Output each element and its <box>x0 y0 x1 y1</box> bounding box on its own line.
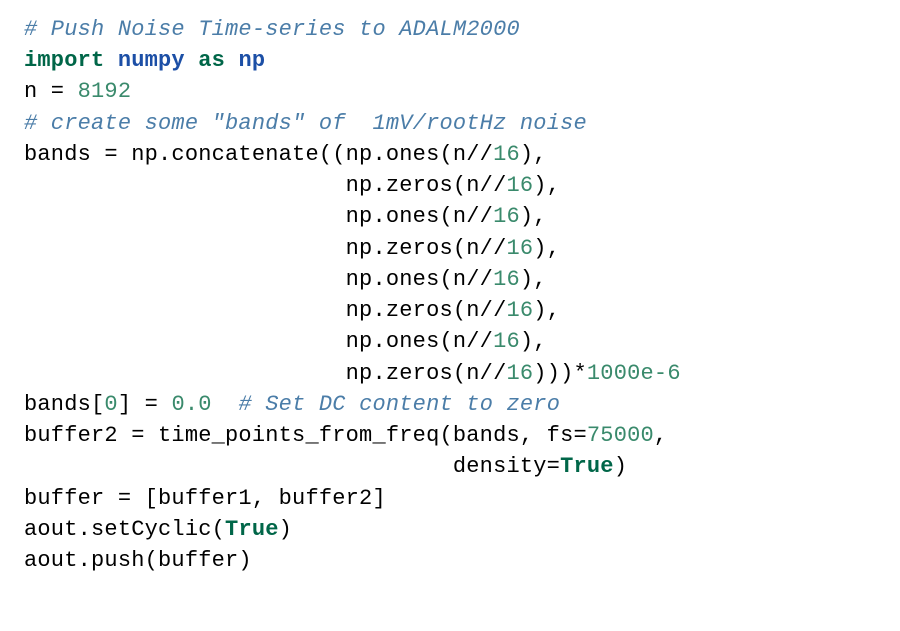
code-text: n = <box>24 79 78 104</box>
number: 16 <box>493 267 520 292</box>
code-text: np.zeros(n// <box>24 173 506 198</box>
code-text: ), <box>520 142 547 167</box>
number: 16 <box>506 236 533 261</box>
code-text: np.zeros(n// <box>24 298 506 323</box>
number: 75000 <box>587 423 654 448</box>
code-text: ) <box>614 454 627 479</box>
code-text: ), <box>520 267 547 292</box>
bool-true: True <box>225 517 279 542</box>
code-text: ] = <box>118 392 172 417</box>
code-text: np.ones(n// <box>24 329 493 354</box>
code-text: np.ones(n// <box>24 204 493 229</box>
code-block: # Push Noise Time-series to ADALM2000 im… <box>24 14 876 576</box>
code-text: ), <box>520 204 547 229</box>
code-text: , <box>654 423 667 448</box>
kw-numpy: numpy <box>118 48 185 73</box>
code-text: aout.setCyclic( <box>24 517 225 542</box>
number: 16 <box>493 204 520 229</box>
kw-as: as <box>198 48 225 73</box>
code-text: ) <box>279 517 292 542</box>
kw-import: import <box>24 48 104 73</box>
number: 16 <box>493 329 520 354</box>
comment-dc: # Set DC content to zero <box>238 392 560 417</box>
code-text: buffer = [buffer1, buffer2] <box>24 486 386 511</box>
number: 0 <box>104 392 117 417</box>
code-text: ), <box>533 298 560 323</box>
bool-true: True <box>560 454 614 479</box>
number: 16 <box>506 298 533 323</box>
code-text: buffer2 = time_points_from_freq(bands, f… <box>24 423 587 448</box>
number: 16 <box>493 142 520 167</box>
code-text: )))* <box>533 361 587 386</box>
kw-np: np <box>238 48 265 73</box>
code-text: np.ones(n// <box>24 267 493 292</box>
code-text: bands[ <box>24 392 104 417</box>
code-text: np.zeros(n// <box>24 236 506 261</box>
number: 16 <box>506 173 533 198</box>
code-text: bands = np.concatenate((np.ones(n// <box>24 142 493 167</box>
comment-title: # Push Noise Time-series to ADALM2000 <box>24 17 520 42</box>
comment-bands: # create some "bands" of 1mV/rootHz nois… <box>24 111 587 136</box>
code-text: ), <box>533 236 560 261</box>
code-text: ), <box>533 173 560 198</box>
number: 8192 <box>78 79 132 104</box>
code-text: density= <box>24 454 560 479</box>
code-text: ), <box>520 329 547 354</box>
number: 0.0 <box>171 392 238 417</box>
number: 16 <box>506 361 533 386</box>
code-text: aout.push(buffer) <box>24 548 252 573</box>
code-text: np.zeros(n// <box>24 361 506 386</box>
number: 1000e-6 <box>587 361 681 386</box>
